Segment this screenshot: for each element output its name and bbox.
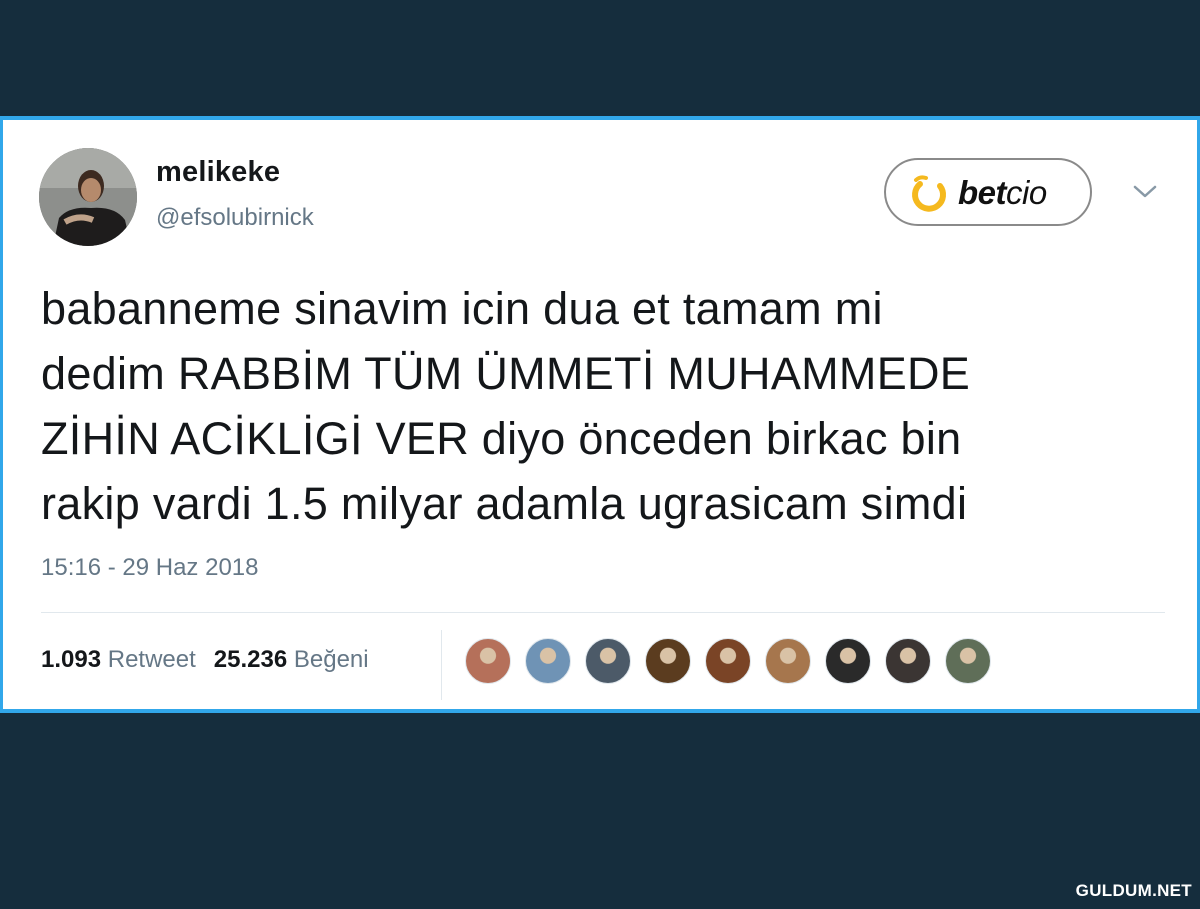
liker-avatar[interactable] (465, 638, 511, 684)
liker-avatar[interactable] (525, 638, 571, 684)
tweet-text: babanneme sinavim icin dua et tamam mi d… (41, 276, 1171, 536)
divider (41, 612, 1165, 613)
brand-logo-icon (912, 175, 947, 212)
brand-name: betcio (958, 174, 1047, 212)
liker-avatar[interactable] (765, 638, 811, 684)
tweet-text-line: ZİHİN ACİKLİGİ VER diyo önceden birkac b… (41, 413, 962, 464)
brand-badge[interactable]: betcio (884, 158, 1092, 226)
like-count: 25.236 (213, 646, 288, 673)
stats-separator (441, 630, 442, 700)
retweet-stat[interactable]: 1.093 Retweet (41, 646, 196, 673)
liker-avatar[interactable] (645, 638, 691, 684)
retweet-count: 1.093 (41, 646, 102, 673)
watermark: GULDUM.NET (1075, 881, 1192, 900)
liker-avatars (465, 638, 1005, 686)
tweet-timestamp[interactable]: 15:16 - 29 Haz 2018 (41, 554, 259, 582)
tweet-stats: 1.093 Retweet 25.236 Beğeni (41, 646, 369, 674)
tweet-text-line: babanneme sinavim icin dua et tamam mi (41, 283, 883, 334)
liker-avatar[interactable] (825, 638, 871, 684)
liker-avatar[interactable] (585, 638, 631, 684)
retweet-label: Retweet (107, 646, 196, 673)
liker-avatar[interactable] (885, 638, 931, 684)
display-name[interactable]: melikeke (156, 156, 280, 189)
user-handle[interactable]: @efsolubirnick (156, 204, 314, 232)
avatar[interactable] (39, 148, 137, 246)
like-label: Beğeni (293, 646, 369, 673)
brand-name-light: cio (1006, 174, 1047, 211)
tweet-text-line: dedim RABBİM TÜM ÜMMETİ MUHAMMEDE (41, 348, 971, 399)
avatar-photo (39, 148, 137, 246)
like-stat[interactable]: 25.236 Beğeni (214, 646, 369, 673)
liker-avatar[interactable] (945, 638, 991, 684)
liker-avatar[interactable] (705, 638, 751, 684)
chevron-down-icon[interactable] (1131, 182, 1159, 202)
tweet-text-line: rakip vardi 1.5 milyar adamla ugrasicam … (41, 478, 968, 529)
brand-name-bold: bet (958, 174, 1007, 211)
tweet-card: melikeke @efsolubirnick betcio babanneme… (0, 116, 1200, 713)
